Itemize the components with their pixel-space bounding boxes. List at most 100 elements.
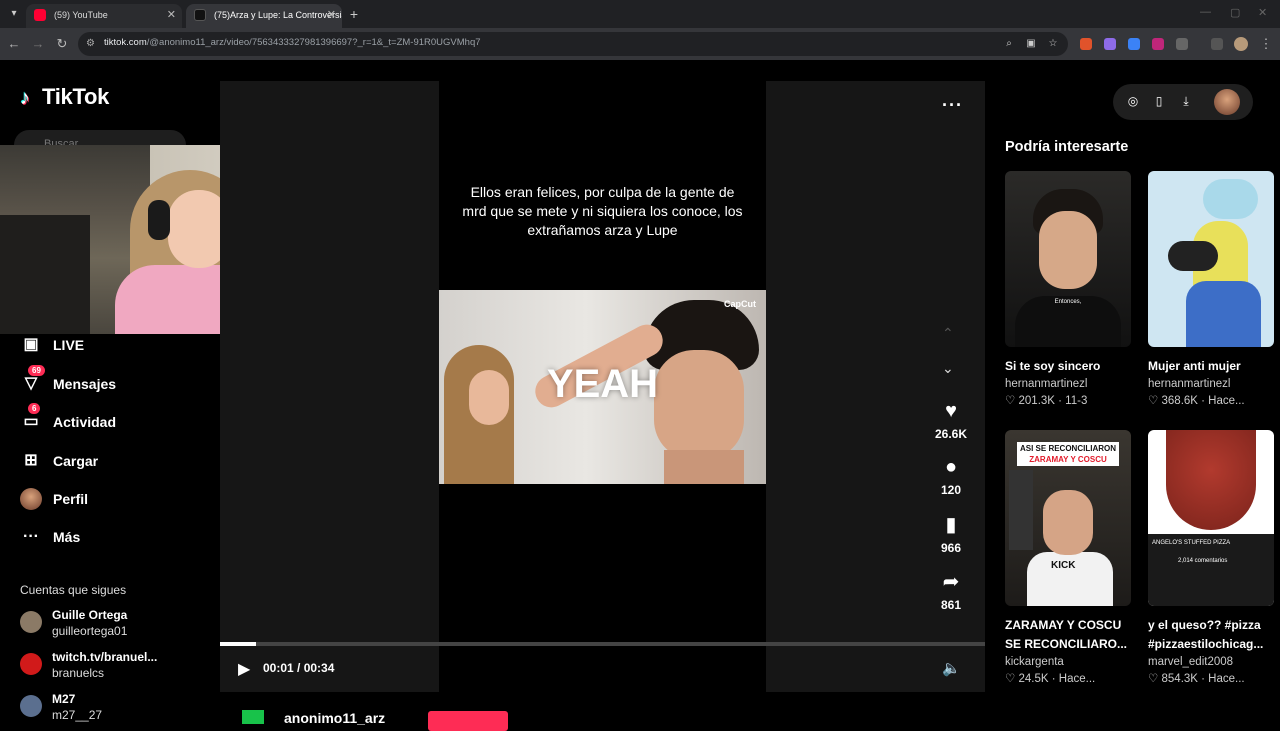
rec-title[interactable]: ZARAMAY Y COSCU SE RECONCILIARO...: [1005, 616, 1131, 654]
more-icon: ···: [23, 528, 39, 545]
rec-title[interactable]: y el queso?? #pizza #pizzaestilochicag..…: [1148, 616, 1274, 654]
tiktok-icon: [194, 9, 206, 21]
rec-author[interactable]: marvel_edit2008: [1148, 656, 1274, 668]
overlay-text: YEAH: [546, 362, 659, 406]
bookmark-star-icon[interactable]: ☆: [1046, 37, 1060, 51]
following-title: Cuentas que sigues: [20, 583, 127, 597]
extension-icon[interactable]: [1080, 38, 1092, 50]
tab-search-icon[interactable]: [1211, 38, 1223, 50]
author-avatar[interactable]: [242, 710, 264, 724]
user-avatar[interactable]: [1214, 89, 1240, 115]
comment-count: 120: [940, 483, 962, 497]
tab-list-icon[interactable]: ▾: [6, 6, 22, 22]
video-scene: YEAH CapCut: [439, 290, 766, 484]
back-icon[interactable]: ←: [6, 36, 22, 52]
heart-icon: ♥: [945, 400, 957, 422]
browser-toolbar: ← → ↻ ⚙ tiktok.com/@anonimo11_arz/video/…: [0, 28, 1280, 60]
tiktok-logo[interactable]: ♪ TikTok: [20, 84, 109, 110]
progress-fill: [220, 642, 256, 646]
close-window-icon[interactable]: ✕: [1258, 6, 1267, 19]
tab-label: (59) YouTube: [54, 10, 108, 20]
maximize-icon[interactable]: ▢: [1230, 6, 1240, 19]
rec-thumbnail[interactable]: ANGELO'S STUFFED PIZZA 2,014 comentarios: [1148, 430, 1274, 606]
profile-avatar-icon[interactable]: [1234, 37, 1248, 51]
zoom-icon[interactable]: ⌕: [1002, 37, 1016, 51]
phone-icon[interactable]: ▯: [1152, 94, 1166, 108]
rec-thumbnail[interactable]: [1148, 171, 1274, 347]
comment-icon: ●: [944, 456, 958, 478]
rec-meta: ♡ 24.5K · Hace...: [1005, 673, 1096, 685]
recommendations-title: Podría interesarte: [1005, 139, 1129, 155]
rec-card[interactable]: Entonces, Si te soy sincero hernanmartin…: [1005, 171, 1131, 407]
download-icon[interactable]: ⤓: [1179, 94, 1193, 108]
follow-button[interactable]: [428, 711, 508, 731]
compass-icon[interactable]: ◎: [1126, 94, 1140, 108]
minimize-icon[interactable]: —: [1200, 6, 1211, 18]
share-count: 861: [940, 598, 962, 612]
save-button[interactable]: ▮ 966: [925, 513, 977, 555]
extension-icon[interactable]: [1128, 38, 1140, 50]
author-row: anonimo11_arz: [220, 700, 985, 731]
kick-logo: KICK: [1051, 560, 1076, 571]
forward-icon[interactable]: →: [30, 36, 46, 52]
tab-youtube[interactable]: (59) YouTube ✕: [26, 4, 182, 28]
extension-icon[interactable]: [1104, 38, 1116, 50]
play-icon[interactable]: ▶: [238, 659, 250, 679]
share-button[interactable]: ➦ 861: [925, 570, 977, 612]
rec-card[interactable]: ASI SE RECONCILIARON ZARAMAY Y COSCU KICK…: [1005, 430, 1131, 685]
browser-menu-icon[interactable]: ⋮: [1258, 36, 1274, 52]
rec-author[interactable]: hernanmartinezl: [1148, 378, 1274, 390]
messages-icon: ▽: [24, 375, 38, 392]
like-button[interactable]: ♥ 26.6K: [925, 399, 977, 441]
messages-badge: 69: [28, 365, 45, 376]
video-player[interactable]: Ellos eran felices, por culpa de la gent…: [220, 81, 985, 692]
video-caption: Ellos eran felices, por culpa de la gent…: [462, 184, 743, 238]
rec-card[interactable]: ANGELO'S STUFFED PIZZA 2,014 comentarios…: [1148, 430, 1274, 685]
rec-thumbnail[interactable]: ASI SE RECONCILIARON ZARAMAY Y COSCU KICK: [1005, 430, 1131, 606]
tiktok-note-icon: ♪: [20, 87, 30, 109]
activity-icon: ▭: [23, 413, 39, 430]
upload-icon: ⊞: [24, 452, 38, 469]
save-count: 966: [940, 541, 962, 555]
bookmark-icon: ▮: [945, 514, 957, 536]
close-icon[interactable]: ✕: [327, 4, 336, 26]
capcut-watermark: CapCut: [724, 299, 756, 309]
author-name[interactable]: anonimo11_arz: [284, 710, 385, 726]
more-options-icon[interactable]: ···: [942, 95, 963, 116]
site-info-icon[interactable]: ⚙: [86, 37, 100, 51]
reload-icon[interactable]: ↻: [54, 36, 70, 52]
browser-tabbar: ▾ (59) YouTube ✕ (75)Arza y Lupe: La Con…: [0, 0, 1280, 28]
url-text: tiktok.com/@anonimo11_arz/video/75634333…: [104, 37, 481, 48]
progress-bar[interactable]: [220, 642, 985, 646]
tab-tiktok[interactable]: (75)Arza y Lupe: La Controversia ✕: [186, 4, 342, 28]
chevron-up-icon[interactable]: ⌃: [942, 325, 954, 342]
comment-button[interactable]: ● 120: [925, 455, 977, 497]
volume-icon[interactable]: 🔈: [942, 659, 961, 677]
avatar: [20, 653, 42, 675]
profile-avatar: [20, 488, 42, 510]
new-tab-button[interactable]: +: [346, 6, 362, 22]
top-actions: ◎ ▯ ⤓: [1113, 84, 1253, 120]
rec-meta: ♡ 201.3K · 11-3: [1005, 395, 1088, 407]
rec-card[interactable]: Mujer anti mujer hernanmartinezl ♡ 368.6…: [1148, 171, 1274, 407]
rec-author[interactable]: hernanmartinezl: [1005, 378, 1131, 390]
cast-icon[interactable]: ▣: [1024, 37, 1038, 51]
share-arrow-icon: ➦: [942, 571, 960, 593]
tab-label: (75)Arza y Lupe: La Controversia: [214, 10, 342, 20]
close-icon[interactable]: ✕: [167, 4, 176, 26]
rec-meta: ♡ 368.6K · Hace...: [1148, 395, 1245, 407]
time-display: 00:01 / 00:34: [263, 661, 335, 675]
extensions-puzzle-icon[interactable]: [1176, 38, 1188, 50]
rec-author[interactable]: kickargenta: [1005, 656, 1131, 668]
video-frame[interactable]: Ellos eran felices, por culpa de la gent…: [439, 81, 766, 692]
like-count: 26.6K: [934, 427, 968, 441]
rec-title[interactable]: Mujer anti mujer: [1148, 357, 1274, 376]
rec-title[interactable]: Si te soy sincero: [1005, 357, 1131, 376]
rec-thumbnail[interactable]: Entonces,: [1005, 171, 1131, 347]
chevron-down-icon[interactable]: ⌄: [942, 360, 954, 377]
rec-meta: ♡ 854.3K · Hace...: [1148, 673, 1245, 685]
avatar: [20, 611, 42, 633]
address-bar[interactable]: ⚙ tiktok.com/@anonimo11_arz/video/756343…: [78, 32, 1068, 56]
extension-icon[interactable]: [1152, 38, 1164, 50]
youtube-icon: [34, 9, 46, 21]
